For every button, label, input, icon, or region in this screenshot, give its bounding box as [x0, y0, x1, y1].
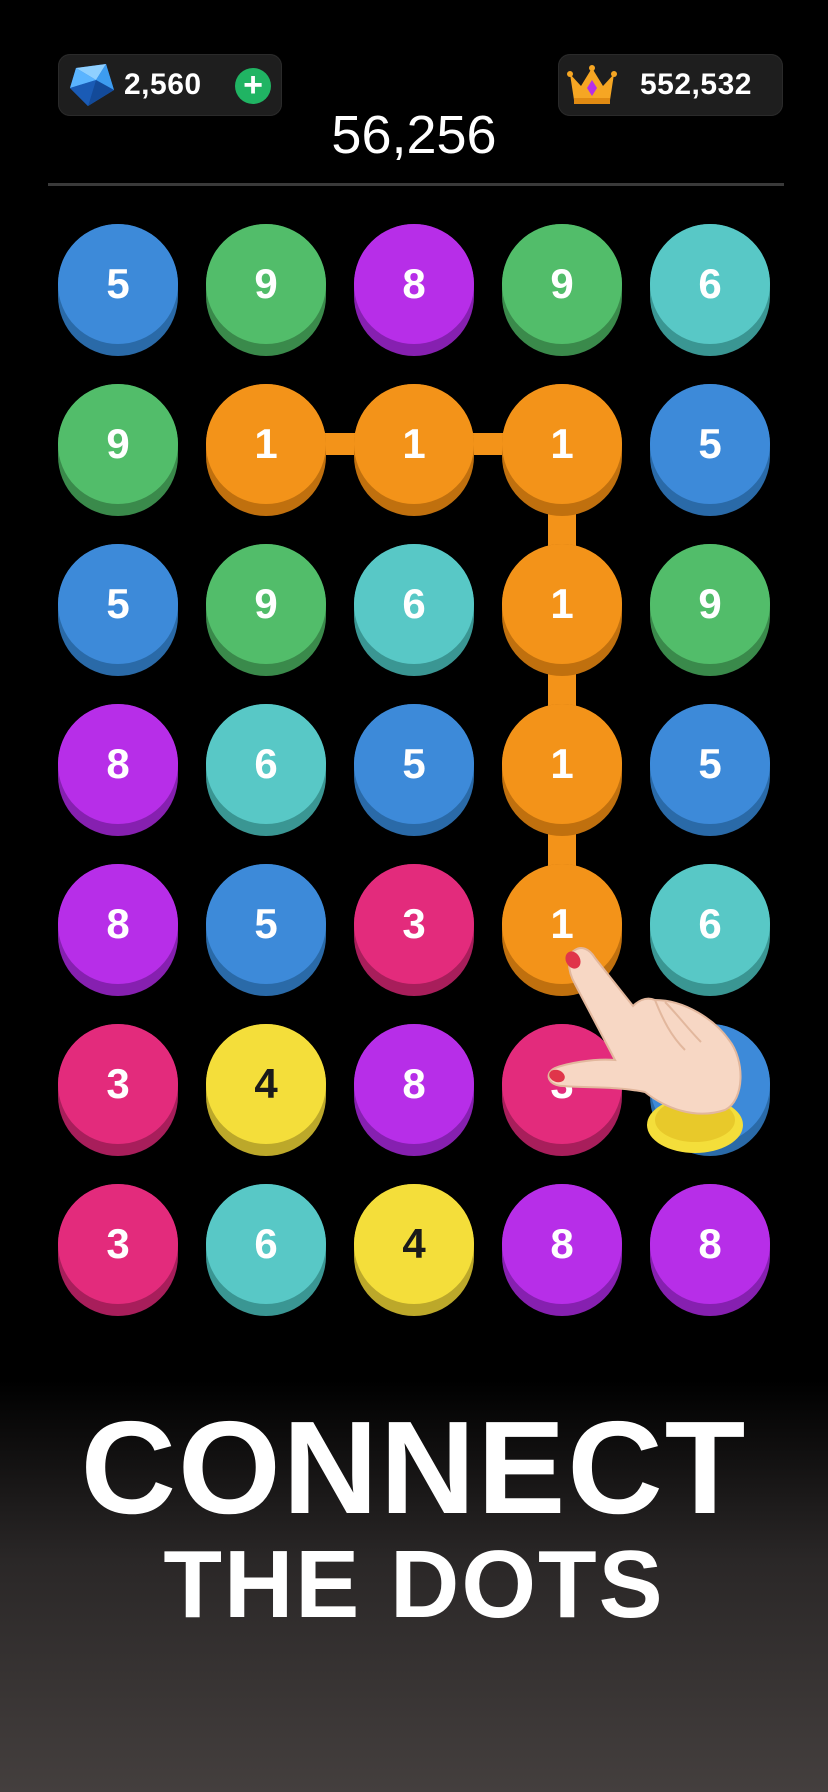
caption-the-dots: THE DOTS — [163, 1531, 665, 1638]
dot-number: 6 — [206, 704, 326, 824]
number-dot[interactable]: 8 — [354, 1024, 474, 1156]
dot-number: 4 — [206, 1024, 326, 1144]
dot-number: 8 — [354, 1024, 474, 1144]
number-dot[interactable]: 3 — [58, 1024, 178, 1156]
number-dot[interactable]: 9 — [58, 384, 178, 516]
dot-number: 8 — [58, 704, 178, 824]
number-dot[interactable]: 8 — [650, 1184, 770, 1316]
dot-number: 6 — [354, 544, 474, 664]
number-dot[interactable]: 4 — [206, 1024, 326, 1156]
dot-number: 5 — [58, 544, 178, 664]
dot-number: 5 — [58, 224, 178, 344]
dot-number: 5 — [206, 864, 326, 984]
number-dot[interactable]: 3 — [354, 864, 474, 996]
number-dot[interactable]: 8 — [58, 864, 178, 996]
dot-number: 1 — [502, 704, 622, 824]
number-dot[interactable]: 6 — [206, 704, 326, 836]
number-dot[interactable]: 9 — [502, 224, 622, 356]
dot-number: 6 — [650, 224, 770, 344]
dot-number: 1 — [502, 544, 622, 664]
number-dot[interactable]: 6 — [354, 544, 474, 676]
number-dot[interactable]: 1 — [502, 384, 622, 516]
dot-number: 4 — [354, 1184, 474, 1304]
number-dot[interactable]: 5 — [354, 704, 474, 836]
number-dot[interactable]: 1 — [502, 544, 622, 676]
dot-number: 1 — [502, 384, 622, 504]
dot-number: 3 — [58, 1024, 178, 1144]
number-dot[interactable]: 5 — [650, 384, 770, 516]
dot-number: 5 — [650, 704, 770, 824]
dot-number: 8 — [58, 864, 178, 984]
dot-number: 9 — [206, 224, 326, 344]
dot-number: 8 — [650, 1184, 770, 1304]
number-dot[interactable]: 5 — [58, 544, 178, 676]
number-dot[interactable]: 8 — [354, 224, 474, 356]
number-dot[interactable]: 6 — [650, 224, 770, 356]
pointing-hand-icon — [547, 947, 743, 1153]
dot-number: 5 — [650, 384, 770, 504]
dot-number: 6 — [206, 1184, 326, 1304]
number-dot[interactable]: 1 — [354, 384, 474, 516]
number-dot[interactable]: 3 — [58, 1184, 178, 1316]
number-dot[interactable]: 9 — [206, 224, 326, 356]
number-dot[interactable]: 1 — [502, 704, 622, 836]
number-dot[interactable]: 8 — [58, 704, 178, 836]
number-dot[interactable]: 6 — [206, 1184, 326, 1316]
dot-number: 3 — [58, 1184, 178, 1304]
number-dot[interactable]: 5 — [58, 224, 178, 356]
caption-connect: CONNECT — [80, 1394, 748, 1541]
number-dot[interactable]: 5 — [650, 704, 770, 836]
number-dot[interactable]: 1 — [206, 384, 326, 516]
dot-number: 1 — [206, 384, 326, 504]
dot-number: 9 — [502, 224, 622, 344]
dot-number: 5 — [354, 704, 474, 824]
dot-number: 3 — [354, 864, 474, 984]
dot-number: 9 — [206, 544, 326, 664]
number-dot[interactable]: 5 — [206, 864, 326, 996]
dot-number: 9 — [58, 384, 178, 504]
dot-number: 8 — [502, 1184, 622, 1304]
dot-number: 8 — [354, 224, 474, 344]
number-dot[interactable]: 9 — [650, 544, 770, 676]
number-dot[interactable]: 8 — [502, 1184, 622, 1316]
dot-number: 1 — [354, 384, 474, 504]
number-dot[interactable]: 9 — [206, 544, 326, 676]
dot-number: 9 — [650, 544, 770, 664]
number-dot[interactable]: 4 — [354, 1184, 474, 1316]
